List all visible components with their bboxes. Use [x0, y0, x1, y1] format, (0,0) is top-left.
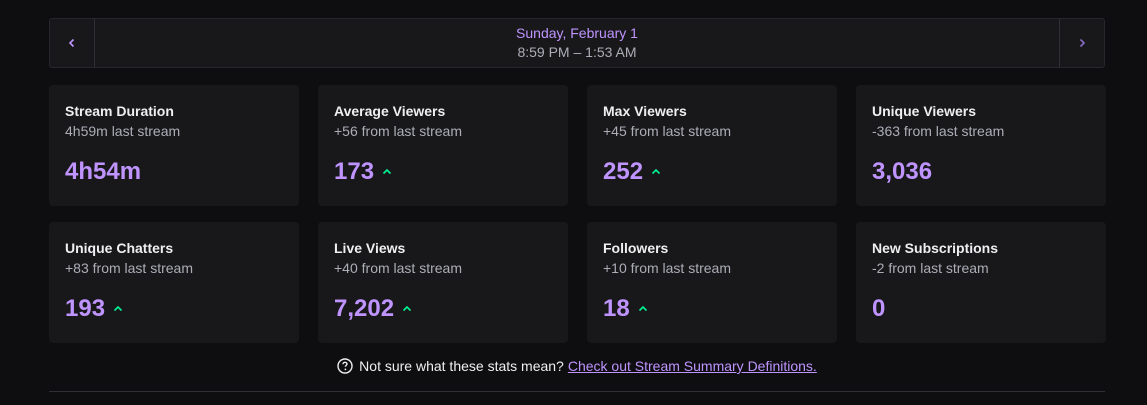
- stat-value: 173: [334, 158, 375, 185]
- stat-title: Max Viewers: [603, 103, 687, 119]
- question-circle-icon: [337, 358, 353, 374]
- stat-value: 7,202: [334, 295, 395, 322]
- stat-comparison: +83 from last stream: [65, 260, 193, 276]
- stat-card-unique-viewers: Unique Viewers -363 from last stream 3,0…: [856, 85, 1106, 206]
- chevron-left-icon: [68, 38, 75, 48]
- stat-title: Unique Chatters: [65, 240, 174, 256]
- stat-value: 3,036: [872, 158, 933, 185]
- stat-title: New Subscriptions: [872, 240, 999, 256]
- stat-value: 252: [603, 158, 644, 185]
- date-display: Sunday, February 1 8:59 PM – 1:53 AM: [95, 19, 1059, 67]
- chevron-right-icon: [1079, 38, 1086, 48]
- stat-title: Average Viewers: [334, 103, 446, 119]
- trend-up-icon: [113, 305, 123, 312]
- stat-card-new-subscriptions: New Subscriptions -2 from last stream 0: [856, 222, 1106, 343]
- stat-title: Stream Duration: [65, 103, 174, 119]
- stat-card-max-viewers: Max Viewers +45 from last stream 252: [587, 85, 837, 206]
- stat-comparison: -363 from last stream: [872, 123, 1005, 139]
- stream-summary: Sunday, February 1 8:59 PM – 1:53 AM Str…: [49, 18, 1106, 392]
- stat-title: Live Views: [334, 240, 406, 256]
- stat-card-unique-chatters: Unique Chatters +83 from last stream 193: [49, 222, 299, 343]
- next-stream-button[interactable]: [1059, 19, 1104, 67]
- stat-title: Followers: [603, 240, 669, 256]
- stat-comparison: -2 from last stream: [872, 260, 989, 276]
- stream-summary-definitions-link[interactable]: Check out Stream Summary Definitions.: [568, 358, 817, 374]
- trend-up-icon: [382, 168, 392, 175]
- stat-comparison: +45 from last stream: [603, 123, 731, 139]
- trend-up-icon: [651, 168, 661, 175]
- stat-value: 18: [603, 295, 630, 322]
- trend-up-icon: [638, 305, 647, 312]
- stat-card-stream-duration: Stream Duration 4h59m last stream 4h54m: [49, 85, 299, 206]
- date-navigator: Sunday, February 1 8:59 PM – 1:53 AM: [49, 18, 1105, 68]
- stat-comparison: +40 from last stream: [334, 260, 462, 276]
- stats-help-note: Not sure what these stats mean? Check ou…: [49, 358, 1105, 374]
- stream-time-range: 8:59 PM – 1:53 AM: [517, 44, 637, 60]
- stat-card-live-views: Live Views +40 from last stream 7,202: [318, 222, 568, 343]
- stat-value: 4h54m: [65, 158, 142, 185]
- stat-card-followers: Followers +10 from last stream 18: [587, 222, 837, 343]
- stats-grid: Stream Duration 4h59m last stream 4h54m …: [49, 85, 1106, 343]
- stat-value: 0: [872, 295, 886, 322]
- stat-comparison: 4h59m last stream: [65, 123, 181, 139]
- previous-stream-button[interactable]: [50, 19, 95, 67]
- stat-card-average-viewers: Average Viewers +56 from last stream 173: [318, 85, 568, 206]
- trend-up-icon: [402, 305, 412, 312]
- stat-comparison: +10 from last stream: [603, 260, 731, 276]
- help-question-text: Not sure what these stats mean?: [359, 358, 564, 374]
- stat-comparison: +56 from last stream: [334, 123, 462, 139]
- section-divider: [49, 391, 1105, 392]
- stream-date: Sunday, February 1: [516, 25, 638, 41]
- stat-title: Unique Viewers: [872, 103, 977, 119]
- stat-value: 193: [65, 295, 106, 322]
